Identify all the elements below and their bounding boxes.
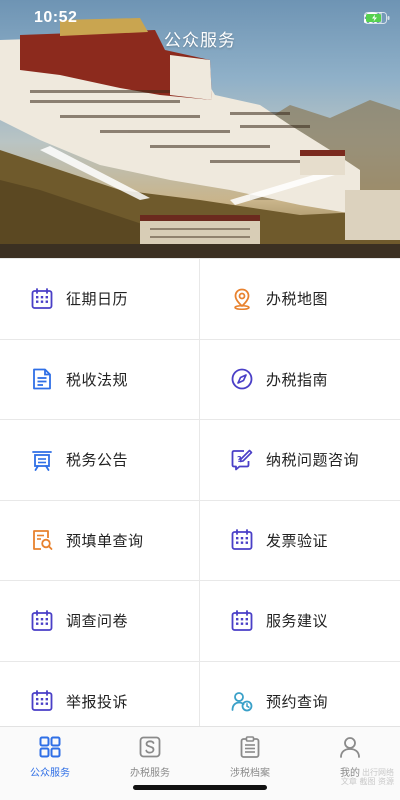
tab-label: 公众服务	[30, 768, 70, 779]
service-label: 办税地图	[266, 290, 329, 309]
service-label: 服务建议	[266, 612, 329, 631]
calendar-icon	[30, 689, 54, 713]
compass-icon	[230, 367, 254, 391]
service-tax-guide[interactable]: 办税指南	[200, 339, 400, 420]
service-appointment-query[interactable]: 预约查询	[200, 661, 400, 726]
watermark: 出行网络 文章 截图 资源	[341, 768, 394, 786]
calendar-icon	[30, 287, 54, 311]
service-report-complaint[interactable]: 举报投诉	[0, 661, 200, 726]
form-search-icon	[30, 528, 54, 552]
calendar-icon	[230, 528, 254, 552]
service-grid: 征期日历 办税地图 税收法规 办税指南 税务公告 ? 纳税问题咨询 预填单查询 …	[0, 258, 400, 726]
service-tax-announcements[interactable]: 税务公告	[0, 420, 200, 501]
map-pin-icon	[230, 287, 254, 311]
watermark-line2: 文章 截图 资源	[340, 777, 394, 786]
service-label: 征期日历	[66, 290, 129, 309]
watermark-line1: 出行网络	[362, 768, 394, 777]
calendar-icon	[30, 609, 54, 633]
announcement-board-icon	[30, 448, 54, 472]
consult-edit-icon: ?	[230, 448, 254, 472]
service-label: 预约查询	[266, 692, 329, 711]
clipboard-icon	[237, 734, 263, 760]
document-icon	[30, 367, 54, 391]
page-title: 公众服务	[164, 31, 236, 51]
service-label: 预填单查询	[66, 531, 144, 550]
service-label: 纳税问题咨询	[266, 451, 360, 470]
tab-label: 涉税档案	[230, 768, 270, 779]
service-label: 税收法规	[66, 370, 129, 389]
service-label: 调查问卷	[66, 612, 129, 631]
service-label: 举报投诉	[66, 692, 129, 711]
appointment-people-icon	[230, 689, 254, 713]
service-survey[interactable]: 调查问卷	[0, 581, 200, 662]
service-prefill-query[interactable]: 预填单查询	[0, 500, 200, 581]
hero-banner: 10:52 公众服务	[0, 0, 400, 258]
grid-icon	[37, 734, 63, 760]
home-indicator	[133, 785, 267, 790]
user-icon	[337, 734, 363, 760]
tax-s-icon	[137, 734, 163, 760]
tab-me[interactable]: 我的	[300, 727, 400, 800]
tab-public-services[interactable]: 公众服务	[0, 727, 100, 800]
service-label: 税务公告	[66, 451, 129, 470]
status-time: 10:52	[34, 9, 78, 26]
service-tax-consultation[interactable]: ? 纳税问题咨询	[200, 420, 400, 501]
service-invoice-verification[interactable]: 发票验证	[200, 500, 400, 581]
service-suggestions[interactable]: 服务建议	[200, 581, 400, 662]
calendar-icon	[230, 609, 254, 633]
service-tax-map[interactable]: 办税地图	[200, 259, 400, 340]
service-tax-regulations[interactable]: 税收法规	[0, 339, 200, 420]
svg-text:?: ?	[237, 455, 242, 464]
tab-label: 办税服务	[130, 768, 170, 779]
service-label: 办税指南	[266, 370, 329, 389]
service-label: 发票验证	[266, 531, 329, 550]
service-tax-calendar[interactable]: 征期日历	[0, 259, 200, 340]
